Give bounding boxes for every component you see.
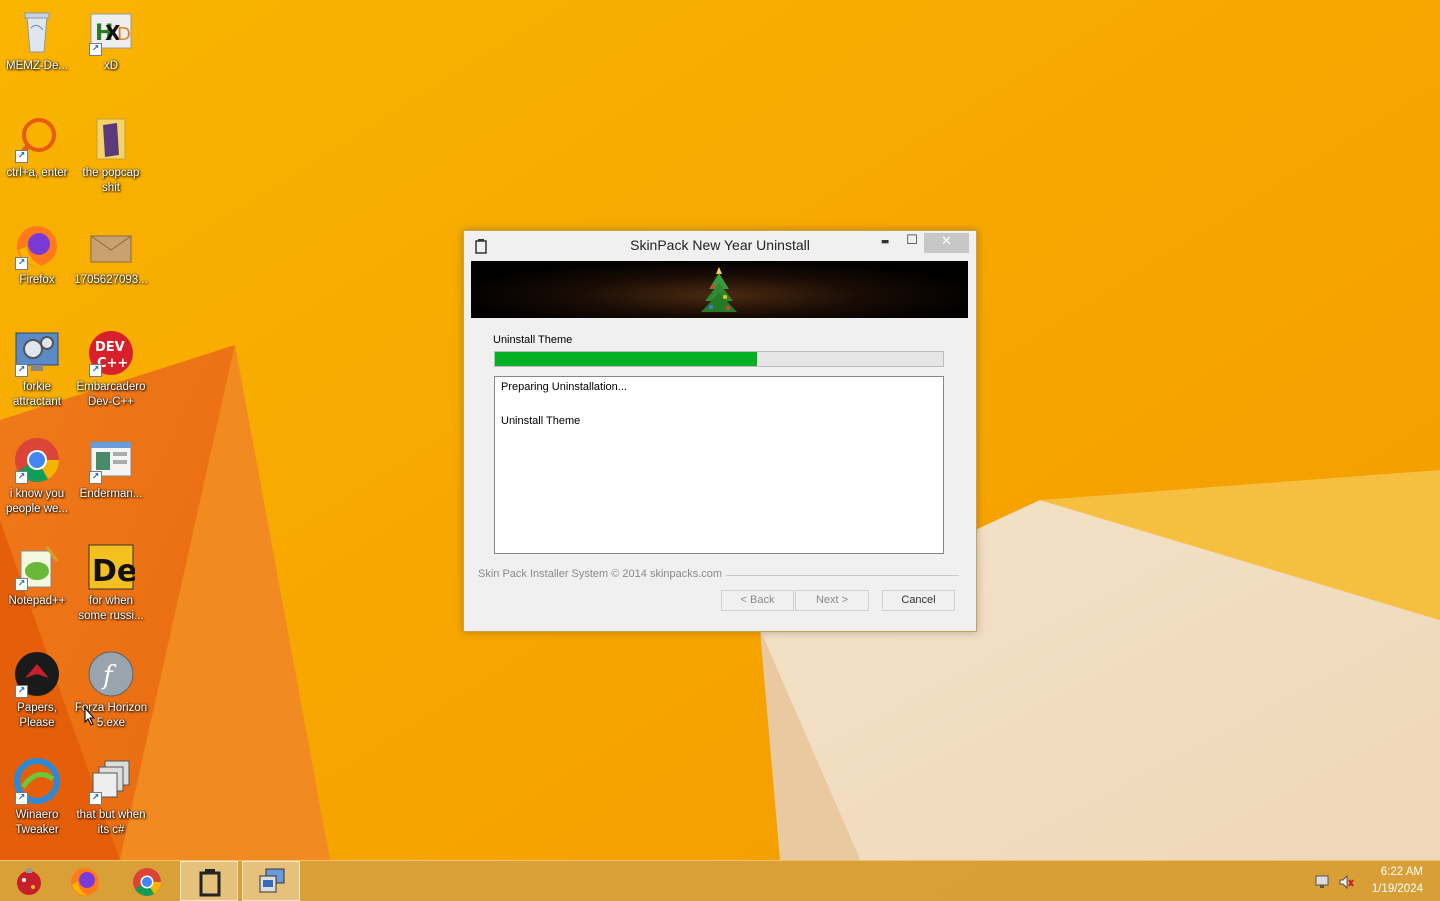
log-line: Preparing Uninstallation... bbox=[501, 381, 627, 393]
shortcut-arrow-icon: ↗ bbox=[89, 364, 102, 377]
firefox-icon: ↗ bbox=[13, 222, 61, 270]
desktop-icon-de[interactable]: De for when some russi... bbox=[74, 543, 148, 624]
desktop-icon-image-file[interactable]: 1705627093... bbox=[74, 222, 148, 288]
recycle-bin-icon bbox=[13, 8, 61, 56]
desktop-icon-label: Enderman... bbox=[79, 488, 143, 500]
progress-fill bbox=[495, 352, 758, 366]
dialog-titlebar[interactable]: SkinPack New Year Uninstall ▬ ☐ ✕ bbox=[464, 231, 976, 261]
desktop-icon-label: i know you people we... bbox=[5, 488, 68, 515]
taskbar-ornament-app[interactable] bbox=[0, 861, 58, 901]
taskbar-chrome-app[interactable] bbox=[118, 861, 176, 901]
network-icon[interactable] bbox=[1314, 874, 1330, 890]
cancel-button[interactable]: Cancel bbox=[882, 590, 955, 611]
desktop-icon-forkie[interactable]: ↗ forkie attractant bbox=[0, 329, 74, 410]
hxd-icon: HXD ↗ bbox=[87, 8, 135, 56]
minimize-icon: ▬ bbox=[880, 237, 890, 247]
dialog-title: SkinPack New Year Uninstall bbox=[630, 237, 810, 253]
shortcut-arrow-icon: ↗ bbox=[15, 578, 28, 591]
taskbar-firefox-app[interactable] bbox=[56, 861, 114, 901]
clock-date[interactable]: 1/19/2024 bbox=[1372, 883, 1423, 895]
shortcut-arrow-icon: ↗ bbox=[15, 364, 28, 377]
system-tray: 6:22 AM 1/19/2024 bbox=[1300, 861, 1440, 901]
taskbar-computer-app[interactable] bbox=[242, 861, 300, 901]
desktop-icon-csharp[interactable]: ↗ that but when its c# bbox=[74, 757, 148, 838]
desktop-icon-label: Embarcadero Dev-C++ bbox=[76, 381, 146, 408]
devcpp-icon: DEV C++ ↗ bbox=[87, 329, 135, 377]
desktop-icon-label: that but when its c# bbox=[76, 809, 146, 836]
desktop-icon-winaero[interactable]: ↗ Winaero Tweaker bbox=[0, 757, 74, 838]
desktop-icon-devcpp[interactable]: DEV C++ ↗ Embarcadero Dev-C++ bbox=[74, 329, 148, 410]
desktop-icon-label: Winaero Tweaker bbox=[15, 809, 59, 836]
uninstaller-icon bbox=[199, 869, 221, 897]
computer-icon bbox=[259, 868, 285, 893]
desktop-icon-label: Notepad++ bbox=[8, 595, 66, 607]
footer-text: Skin Pack Installer System © 2014 skinpa… bbox=[478, 568, 727, 580]
desktop-icon-popcap[interactable]: the popcap shit bbox=[74, 115, 148, 196]
windows-stack-icon: ↗ bbox=[87, 757, 135, 805]
svg-text:De: De bbox=[92, 554, 135, 589]
clock-time[interactable]: 6:22 AM bbox=[1381, 866, 1423, 878]
mouse-cursor-icon bbox=[84, 707, 96, 726]
progress-bar bbox=[494, 351, 944, 367]
log-box[interactable]: Preparing Uninstallation... Uninstall Th… bbox=[494, 376, 944, 554]
dialog-banner bbox=[471, 261, 968, 318]
taskbar-uninstaller-app[interactable] bbox=[180, 861, 238, 901]
desktop-icon-label: 1705627093... bbox=[74, 274, 148, 286]
desktop-icon-label: MEMZ-De... bbox=[6, 60, 68, 72]
settings-monitor-icon: ↗ bbox=[13, 329, 61, 377]
firefox-icon bbox=[71, 868, 99, 896]
desktop-icon-label: xD bbox=[103, 60, 119, 72]
minimize-button[interactable]: ▬ bbox=[874, 233, 896, 253]
volume-muted-icon[interactable] bbox=[1338, 874, 1354, 890]
desktop-icon-label: Firefox bbox=[19, 274, 55, 286]
log-line: Uninstall Theme bbox=[501, 415, 581, 427]
folder-icon bbox=[87, 115, 135, 163]
desktop-icon-label: ctrl+a, enter bbox=[6, 167, 68, 179]
winaero-icon: ↗ bbox=[13, 757, 61, 805]
close-icon: ✕ bbox=[941, 234, 952, 249]
image-file-icon bbox=[87, 222, 135, 270]
shortcut-arrow-icon: ↗ bbox=[15, 471, 28, 484]
desktop-icon-label: the popcap shit bbox=[82, 167, 140, 194]
desktop-icon-firefox[interactable]: ↗ Firefox bbox=[0, 222, 74, 288]
shortcut-arrow-icon: ↗ bbox=[89, 43, 102, 56]
desktop-icon-xd[interactable]: HXD ↗ xD bbox=[74, 8, 148, 74]
shortcut-arrow-icon: ↗ bbox=[15, 257, 28, 270]
next-button[interactable]: Next > bbox=[795, 590, 869, 611]
desktop-icon-enderman[interactable]: ↗ Enderman... bbox=[74, 436, 148, 502]
christmas-tree-icon bbox=[701, 267, 737, 312]
shortcut-arrow-icon: ↗ bbox=[89, 471, 102, 484]
desktop-icon-notepadpp[interactable]: ↗ Notepad++ bbox=[0, 543, 74, 609]
chrome-icon: ↗ bbox=[13, 436, 61, 484]
shortcut-arrow-icon: ↗ bbox=[15, 792, 28, 805]
taskbar: 6:22 AM 1/19/2024 bbox=[0, 860, 1440, 901]
desktop-icon-ctrl-a[interactable]: ↗ ctrl+a, enter bbox=[0, 115, 74, 181]
desktop-icon-label: Papers, Please bbox=[17, 702, 57, 729]
flash-icon: f bbox=[87, 650, 135, 698]
shortcut-arrow-icon: ↗ bbox=[15, 150, 28, 163]
ornament-icon bbox=[17, 868, 41, 895]
maximize-icon: ☐ bbox=[906, 233, 918, 248]
maximize-button[interactable]: ☐ bbox=[901, 233, 923, 253]
desktop-icon-chrome[interactable]: ↗ i know you people we... bbox=[0, 436, 74, 517]
de-icon: De bbox=[87, 543, 137, 591]
svg-text:D: D bbox=[117, 24, 131, 45]
shortcut-arrow-icon: ↗ bbox=[15, 685, 28, 698]
desktop-icon-label: forkie attractant bbox=[13, 381, 61, 408]
back-button[interactable]: < Back bbox=[721, 590, 794, 611]
papers-please-icon: ↗ bbox=[13, 650, 61, 698]
desktop-icon-memz[interactable]: MEMZ-De... bbox=[0, 8, 74, 74]
uninstall-dialog: SkinPack New Year Uninstall ▬ ☐ ✕ Uninst… bbox=[463, 230, 977, 632]
svg-text:DEV: DEV bbox=[95, 340, 125, 355]
window-app-icon: ↗ bbox=[87, 436, 135, 484]
notepadpp-icon: ↗ bbox=[13, 543, 61, 591]
desktop-icon-label: for when some russi... bbox=[78, 595, 144, 622]
shortcut-arrow-icon: ↗ bbox=[89, 792, 102, 805]
chrome-icon bbox=[133, 868, 161, 896]
close-button[interactable]: ✕ bbox=[924, 233, 969, 253]
desktop-icon-papers-please[interactable]: ↗ Papers, Please bbox=[0, 650, 74, 731]
magnifier-icon: ↗ bbox=[13, 115, 61, 163]
section-label: Uninstall Theme bbox=[493, 334, 573, 346]
